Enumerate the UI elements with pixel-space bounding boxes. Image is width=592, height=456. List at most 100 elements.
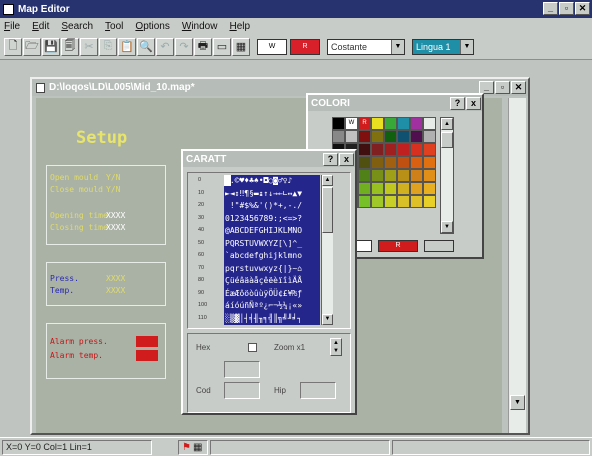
color-swatch[interactable] xyxy=(397,156,410,169)
color-swatch[interactable] xyxy=(423,182,436,195)
undo-icon[interactable]: ↶ xyxy=(156,37,174,56)
color-swatch[interactable] xyxy=(332,117,345,130)
color-window-titlebar[interactable]: COLORI ? x xyxy=(308,95,482,111)
redo-icon[interactable]: ↷ xyxy=(175,37,193,56)
color-swatch[interactable] xyxy=(410,117,423,130)
menu-window[interactable]: Window xyxy=(182,21,218,32)
close-button[interactable]: x xyxy=(339,152,354,166)
color-swatch[interactable] xyxy=(358,195,371,208)
color-swatch[interactable] xyxy=(397,143,410,156)
minimize-button[interactable]: _ xyxy=(543,2,558,15)
color-swatch[interactable] xyxy=(332,130,345,143)
color-swatch[interactable]: W xyxy=(345,117,358,130)
character-row[interactable]: ░▒▓│┤╡╢╖╕╣║╗╝╜╛┐ xyxy=(224,313,320,326)
color-swatch[interactable] xyxy=(410,130,423,143)
color-swatch[interactable] xyxy=(345,130,358,143)
color-swatch[interactable] xyxy=(371,117,384,130)
font-select[interactable]: Costante ▼ xyxy=(327,38,405,55)
color-swatch[interactable] xyxy=(397,117,410,130)
color-swatch[interactable] xyxy=(384,182,397,195)
color-swatch[interactable] xyxy=(410,169,423,182)
color-swatch[interactable] xyxy=(410,195,423,208)
menu-tool[interactable]: Tool xyxy=(105,21,123,32)
map-vertical-scrollbar[interactable]: ▼ xyxy=(508,98,526,433)
hex-checkbox[interactable] xyxy=(248,343,257,352)
character-row[interactable]: @ABCDEFGHIJKLMNO xyxy=(224,225,320,238)
palette-icon[interactable]: ▦ xyxy=(232,37,250,56)
selected-color-preview[interactable] xyxy=(424,240,454,252)
chevron-down-icon[interactable]: ▼ xyxy=(460,39,473,54)
character-map[interactable]: .©♥♦♣♠•◘○◙♂♀♪ ►◄↕‼¶§▬↨↑↓→←∟↔▲▼ !"#$%&'()… xyxy=(224,175,320,325)
character-row[interactable]: áíóúñÑªº¿⌐¬½¼¡«» xyxy=(224,300,320,313)
character-preview-field[interactable] xyxy=(224,361,260,378)
print-icon[interactable]: 🖶 xyxy=(194,37,212,56)
cut-icon[interactable]: ✂ xyxy=(80,37,98,56)
scroll-down-icon[interactable]: ▼ xyxy=(510,395,525,410)
color-swatch[interactable] xyxy=(423,117,436,130)
color-swatch[interactable] xyxy=(410,182,423,195)
close-button[interactable]: ✕ xyxy=(511,81,526,94)
color-swatch[interactable] xyxy=(423,195,436,208)
color-swatch[interactable] xyxy=(384,130,397,143)
menu-options[interactable]: Options xyxy=(135,21,169,32)
foreground-swatch[interactable]: W xyxy=(257,38,287,55)
color-swatch[interactable] xyxy=(384,117,397,130)
selected-background-color[interactable]: R xyxy=(378,240,418,252)
color-swatch[interactable] xyxy=(384,156,397,169)
character-row[interactable]: ÉæÆôöòûùÿÖÜ¢£¥₧ƒ xyxy=(224,288,320,301)
character-row[interactable]: `abcdefghijklmno xyxy=(224,250,320,263)
color-swatch[interactable] xyxy=(423,156,436,169)
color-swatch[interactable]: R xyxy=(358,117,371,130)
save-all-icon[interactable]: 🗐 xyxy=(61,37,79,56)
background-swatch[interactable]: R xyxy=(290,38,320,55)
color-swatch[interactable] xyxy=(397,195,410,208)
close-button[interactable]: ✕ xyxy=(575,2,590,15)
save-icon[interactable]: 💾 xyxy=(42,37,60,56)
new-file-icon[interactable]: 🗋 xyxy=(4,37,22,56)
cod-field[interactable] xyxy=(224,382,260,399)
color-swatch[interactable] xyxy=(371,130,384,143)
color-swatch[interactable] xyxy=(397,169,410,182)
maximize-button[interactable]: ▫ xyxy=(495,81,510,94)
scroll-down-icon[interactable]: ▼ xyxy=(322,314,333,325)
language-select[interactable]: Lingua 1 ▼ xyxy=(412,38,474,55)
chevron-down-icon[interactable]: ▼ xyxy=(391,39,404,54)
close-button[interactable]: x xyxy=(466,96,481,110)
menu-search[interactable]: Search xyxy=(61,21,93,32)
character-row[interactable]: pqrstuvwxyz{|}~⌂ xyxy=(224,263,320,276)
color-swatch[interactable] xyxy=(397,182,410,195)
paste-icon[interactable]: 📋 xyxy=(118,37,136,56)
character-row[interactable]: PQRSTUVWXYZ[\]^_ xyxy=(224,238,320,251)
color-swatch[interactable] xyxy=(371,156,384,169)
scroll-up-icon[interactable]: ▲ xyxy=(322,175,333,186)
maximize-button[interactable]: ▫ xyxy=(559,2,574,15)
app-icon[interactable] xyxy=(3,3,14,15)
charmap-scrollbar[interactable]: ▲ ▼ xyxy=(321,175,333,325)
character-row[interactable]: 0123456789:;<=>? xyxy=(224,213,320,226)
menu-file[interactable]: File xyxy=(4,21,20,32)
color-swatch[interactable] xyxy=(410,143,423,156)
open-file-icon[interactable]: 🗁 xyxy=(23,37,41,56)
color-swatch[interactable] xyxy=(358,130,371,143)
palette-scrollbar[interactable]: ▲ ▼ xyxy=(440,117,454,234)
scroll-up-icon[interactable]: ▲ xyxy=(441,118,453,130)
color-swatch[interactable] xyxy=(423,169,436,182)
menu-help[interactable]: Help xyxy=(229,21,250,32)
preview-icon[interactable]: ▭ xyxy=(213,37,231,56)
color-swatch[interactable] xyxy=(358,156,371,169)
character-window-titlebar[interactable]: CARATT ? x xyxy=(183,151,355,167)
color-swatch[interactable] xyxy=(358,169,371,182)
color-swatch[interactable] xyxy=(358,182,371,195)
color-swatch[interactable] xyxy=(371,169,384,182)
character-row[interactable]: .©♥♦♣♠•◘○◙♂♀♪ xyxy=(224,175,320,188)
color-swatch[interactable] xyxy=(384,169,397,182)
color-swatch[interactable] xyxy=(371,182,384,195)
color-swatch[interactable] xyxy=(358,143,371,156)
scroll-down-icon[interactable]: ▼ xyxy=(441,221,453,233)
character-map-rows[interactable]: .©♥♦♣♠•◘○◙♂♀♪ ►◄↕‼¶§▬↨↑↓→←∟↔▲▼ !"#$%&'()… xyxy=(224,175,320,325)
color-swatch[interactable] xyxy=(423,130,436,143)
scroll-thumb[interactable] xyxy=(441,132,453,148)
find-icon[interactable]: 🔍 xyxy=(137,37,155,56)
menu-edit[interactable]: Edit xyxy=(32,21,49,32)
zoom-spinner[interactable]: ▲ ▼ xyxy=(330,338,342,356)
